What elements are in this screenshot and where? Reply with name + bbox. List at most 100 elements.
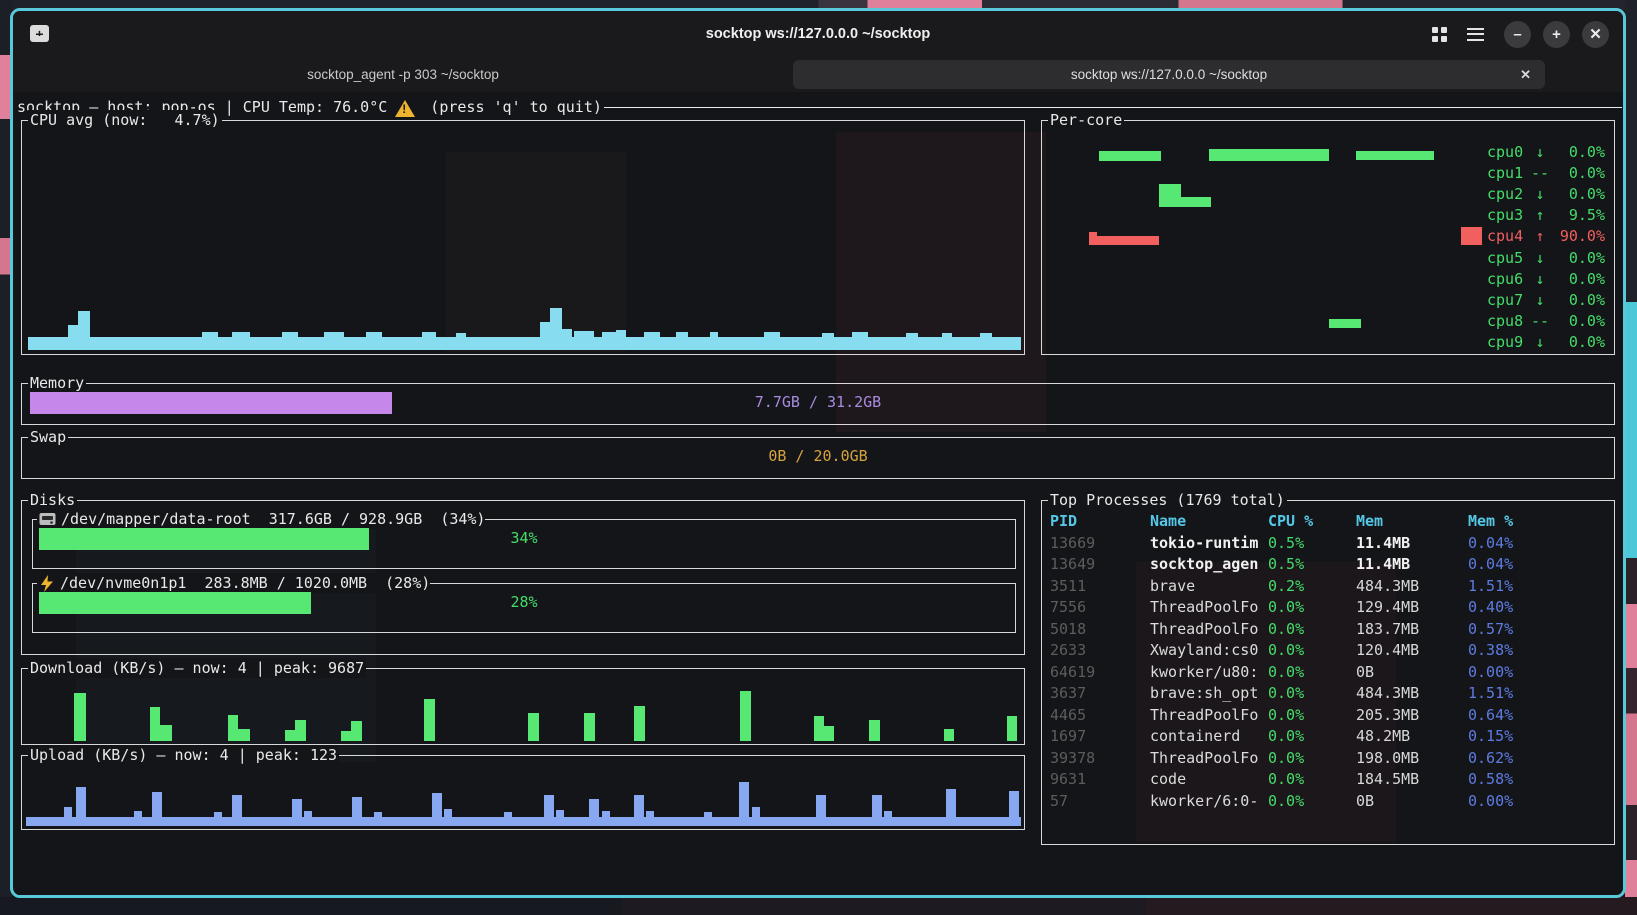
swap-panel: Swap 0B / 20.0GB xyxy=(21,437,1615,479)
process-row: 1697containerd0.0%48.2MB0.15% xyxy=(1050,726,1608,748)
upload-baseline xyxy=(26,817,1021,826)
upload-bar xyxy=(64,807,72,817)
upload-bar xyxy=(352,797,362,817)
menu-icon[interactable] xyxy=(1467,28,1484,41)
minimize-button[interactable]: – xyxy=(1504,21,1531,48)
core-history-bar xyxy=(1209,149,1329,161)
swap-title: Swap xyxy=(28,427,68,447)
memory-title: Memory xyxy=(28,373,86,393)
warning-icon xyxy=(395,100,415,117)
upload-bar xyxy=(884,811,892,817)
swap-label: 0B / 20.0GB xyxy=(30,447,1606,465)
process-row: 4465ThreadPoolFo0.0%205.3MB0.64% xyxy=(1050,705,1608,727)
upload-bar xyxy=(946,789,956,817)
trend-arrow-icon: ↓ xyxy=(1527,143,1553,161)
spark-bar xyxy=(78,311,90,337)
trend-arrow-icon: ↑ xyxy=(1527,227,1553,245)
spark-bar xyxy=(68,325,78,337)
download-bar xyxy=(944,729,954,741)
upload-bar xyxy=(304,811,312,817)
core-history-bar xyxy=(1329,319,1361,328)
core-row-cpu1: cpu1--0.0% xyxy=(1487,162,1605,183)
trend-arrow-icon: ↓ xyxy=(1527,291,1553,309)
core-row-cpu0: cpu0↓0.0% xyxy=(1487,141,1605,162)
memory-panel: Memory 7.7GB / 31.2GB xyxy=(21,383,1615,425)
tab-close-icon[interactable]: ✕ xyxy=(1520,67,1531,83)
top-processes-panel: Top Processes (1769 total) PIDNameCPU %M… xyxy=(1041,500,1615,845)
spark-bar xyxy=(906,333,918,337)
core-row-cpu2: cpu2↓0.0% xyxy=(1487,183,1605,204)
memory-gauge: 7.7GB / 31.2GB xyxy=(30,392,1606,414)
spark-bar xyxy=(324,332,344,337)
tab-socktop-active[interactable]: socktop ws://127.0.0.0 ~/socktop ✕ xyxy=(793,60,1545,89)
spark-bar xyxy=(232,332,250,337)
download-bar xyxy=(160,725,172,741)
upload-bar xyxy=(556,810,564,817)
desktop: + socktop ws://127.0.0.0 ~/socktop – + ✕… xyxy=(0,0,1637,915)
trend-arrow-icon: ↓ xyxy=(1527,249,1553,267)
core-history-bar xyxy=(1159,184,1181,207)
process-table-header: PIDNameCPU %MemMem % xyxy=(1050,511,1608,533)
trend-arrow-icon: ↑ xyxy=(1527,206,1553,224)
cpu-avg-title: CPU avg (now: 4.7%) xyxy=(28,110,222,130)
disk-percent-label: 34% xyxy=(39,529,1009,547)
core-row-cpu7: cpu7↓0.0% xyxy=(1487,289,1605,310)
core-history-bar xyxy=(1089,236,1159,245)
download-bar xyxy=(584,713,595,741)
close-button[interactable]: ✕ xyxy=(1582,21,1609,48)
spark-bar xyxy=(540,322,550,337)
download-bar xyxy=(528,713,539,741)
spark-bar xyxy=(550,308,562,337)
terminal-content: socktop — host: pop-os | CPU Temp: 76.0°… xyxy=(16,92,1624,895)
download-bar xyxy=(1007,716,1017,741)
upload-bar xyxy=(634,795,644,817)
swap-gauge: 0B / 20.0GB xyxy=(30,446,1606,468)
trend-arrow-icon: -- xyxy=(1527,312,1553,330)
core-row-cpu8: cpu8--0.0% xyxy=(1487,311,1605,332)
per-core-panel: Per-core cpu0↓0.0%cpu1--0.0%cpu2↓0.0%cpu… xyxy=(1041,120,1615,355)
spark-bar xyxy=(942,333,952,337)
process-row: 13669tokio-runtim0.5%11.4MB0.04% xyxy=(1050,533,1608,555)
upload-title: Upload (KB/s) — now: 4 | peak: 123 xyxy=(28,745,339,765)
core-row-cpu4: cpu4↑90.0% xyxy=(1487,226,1605,247)
process-row: 2633Xwayland:cs00.0%120.4MB0.38% xyxy=(1050,640,1608,662)
upload-panel: Upload (KB/s) — now: 4 | peak: 123 xyxy=(21,755,1025,830)
process-row: 13649socktop_agen0.5%11.4MB0.04% xyxy=(1050,554,1608,576)
process-row: 39378ThreadPoolFo0.0%198.0MB0.62% xyxy=(1050,748,1608,770)
spark-bar xyxy=(366,332,382,337)
memory-label: 7.7GB / 31.2GB xyxy=(30,393,1606,411)
upload-bar xyxy=(374,812,382,817)
upload-bar xyxy=(292,799,302,817)
disk-data-root: /dev/mapper/data-root 317.6GB / 928.9GB … xyxy=(32,519,1016,569)
download-bar xyxy=(869,720,880,741)
core-row-cpu9: cpu9↓0.0% xyxy=(1487,332,1605,353)
upload-bar xyxy=(872,795,882,817)
disk-nvme: /dev/nvme0n1p1 283.8MB / 1020.0MB (28%) … xyxy=(32,583,1016,633)
app-header: socktop — host: pop-os | CPU Temp: 76.0°… xyxy=(17,98,1622,116)
spark-bar xyxy=(764,332,780,337)
window-title: socktop ws://127.0.0.0 ~/socktop xyxy=(13,26,1623,42)
spark-baseline xyxy=(28,337,1021,350)
core-row-cpu6: cpu6↓0.0% xyxy=(1487,268,1605,289)
spark-bar xyxy=(616,330,626,337)
download-bar xyxy=(634,706,645,741)
trend-arrow-icon: ↓ xyxy=(1527,185,1553,203)
terminal-window: + socktop ws://127.0.0.0 ~/socktop – + ✕… xyxy=(10,8,1626,898)
cpu-avg-panel: CPU avg (now: 4.7%) xyxy=(21,120,1025,355)
spark-bar xyxy=(456,333,466,337)
process-row: 5018ThreadPoolFo0.0%183.7MB0.57% xyxy=(1050,619,1608,641)
core-history-bar xyxy=(1099,151,1161,161)
spark-bar xyxy=(282,332,298,337)
upload-bar xyxy=(602,811,610,817)
spark-bar xyxy=(574,331,594,337)
maximize-button[interactable]: + xyxy=(1543,21,1570,48)
top-processes-title: Top Processes (1769 total) xyxy=(1048,490,1287,510)
core-alert-swatch xyxy=(1461,227,1482,245)
tab-grid-icon[interactable] xyxy=(1432,27,1447,42)
spark-bar xyxy=(202,332,218,337)
tab-socktop-agent[interactable]: socktop_agent -p 303 ~/socktop xyxy=(13,57,793,92)
upload-bar xyxy=(544,795,554,817)
disks-panel: Disks /dev/mapper/data-root 317.6GB / 92… xyxy=(21,500,1025,655)
core-row-cpu3: cpu3↑9.5% xyxy=(1487,205,1605,226)
upload-bar xyxy=(432,793,442,817)
